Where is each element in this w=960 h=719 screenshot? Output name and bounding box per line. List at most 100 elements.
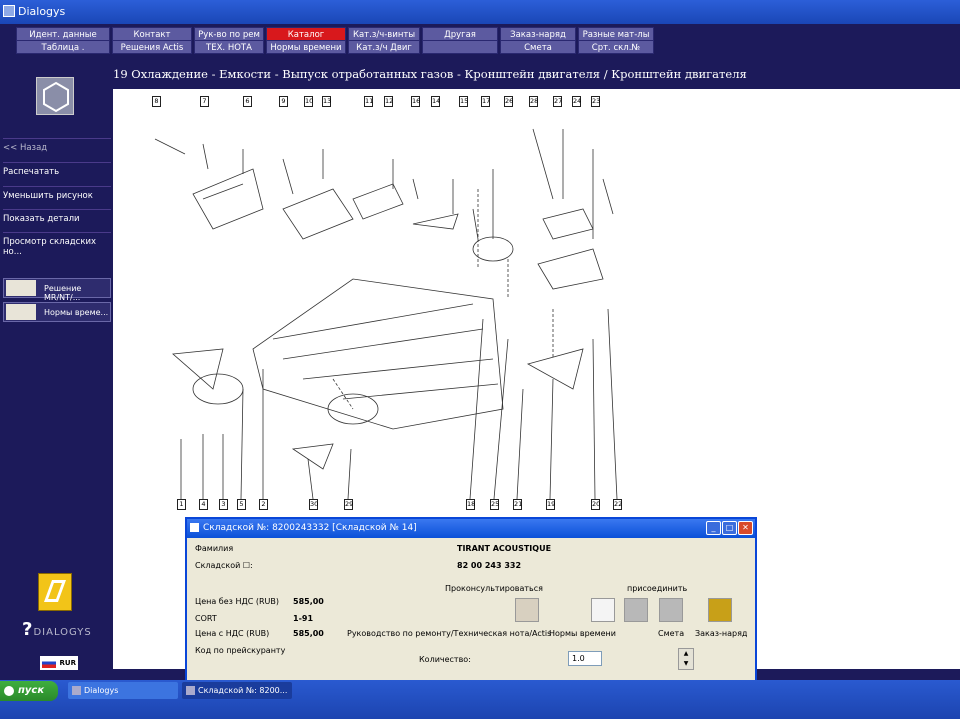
menu-stock-no[interactable]: Срт. скл.№ [578, 40, 654, 54]
price-vat-value: 585,00 [293, 629, 324, 638]
dialog-titlebar[interactable]: Складской №: 8200243332 [Складской № 14]… [187, 519, 755, 538]
norms-label[interactable]: Нормы времени [549, 629, 616, 638]
menu-repair-manual[interactable]: Рук-во по рем [194, 27, 264, 41]
attach-label: присоединить [627, 584, 688, 593]
callout-25[interactable]: 25 [490, 499, 499, 510]
callout-29[interactable]: 29 [344, 499, 353, 510]
callout-22[interactable]: 22 [613, 499, 622, 510]
dialog-title: Складской №: 8200243332 [Складской № 14] [203, 523, 417, 533]
menu-time-norms[interactable]: Нормы времени [266, 40, 346, 54]
renault-logo [38, 573, 72, 611]
callout-9[interactable]: 9 [279, 96, 288, 107]
callout-12[interactable]: 12 [384, 96, 393, 107]
menu-parts-screws[interactable]: Кат.з/ч-винты [348, 27, 420, 41]
callout-1[interactable]: 1 [177, 499, 186, 510]
show-parts-link[interactable]: Показать детали [3, 209, 111, 224]
estimate-icon[interactable] [624, 598, 648, 622]
maximize-button[interactable]: □ [722, 521, 737, 535]
callout-13[interactable]: 13 [322, 96, 331, 107]
callout-7[interactable]: 7 [200, 96, 209, 107]
menu-engine-parts[interactable]: Кат.з/ч Двиг [348, 40, 420, 54]
menu-ident[interactable]: Идент. данные [16, 27, 110, 41]
hex-nut-icon [43, 81, 69, 113]
taskbar-item-stock-dialog[interactable]: Складской №: 8200... [182, 682, 292, 699]
print-link[interactable]: Распечатать [3, 162, 111, 177]
java-icon [190, 523, 199, 532]
stock-number-value: 82 00 243 332 [457, 561, 522, 570]
estimate-label[interactable]: Смета [658, 629, 684, 638]
callout-5[interactable]: 5 [237, 499, 246, 510]
callout-26[interactable]: 26 [504, 96, 513, 107]
callout-30[interactable]: 30 [309, 499, 318, 510]
callout-4[interactable]: 4 [199, 499, 208, 510]
callout-11[interactable]: 11 [364, 96, 373, 107]
price-vat-label: Цена с НДС (RUB) [195, 629, 270, 638]
consult-label: Проконсультироваться [445, 584, 543, 593]
menu-estimate[interactable]: Смета [500, 40, 576, 54]
callout-18[interactable]: 18 [466, 499, 475, 510]
order-label[interactable]: Заказ-наряд [695, 629, 747, 638]
window-titlebar: Dialogys [0, 0, 960, 24]
price-no-vat-value: 585,00 [293, 597, 324, 606]
callout-8[interactable]: 8 [152, 96, 161, 107]
mrnt-solution-button[interactable]: Решение MR/NT/... [3, 278, 111, 302]
taskbar-item-dialogys[interactable]: Dialogys [68, 682, 178, 699]
callout-14[interactable]: 14 [431, 96, 440, 107]
time-norms-icon[interactable] [591, 598, 615, 622]
callout-24[interactable]: 24 [572, 96, 581, 107]
start-button[interactable]: пуск [0, 681, 58, 701]
menu-work-order[interactable]: Заказ-наряд [500, 27, 576, 41]
callout-20[interactable]: 20 [591, 499, 600, 510]
callout-23[interactable]: 23 [591, 96, 600, 107]
estimate-alt-icon[interactable] [659, 598, 683, 622]
manual-label[interactable]: Руководство по ремонту/Техническая нота/… [347, 629, 551, 638]
menu-tech-note[interactable]: ТЕХ. НОТА [194, 40, 264, 54]
view-stock-numbers-link[interactable]: Просмотр складских но... [3, 232, 111, 257]
menu-contact[interactable]: Контакт [112, 27, 192, 41]
callout-16[interactable]: 16 [411, 96, 420, 107]
app-icon [3, 5, 15, 17]
back-link[interactable]: << Назад [3, 138, 111, 153]
left-panel: << Назад Распечатать Уменьшить рисунок П… [0, 54, 113, 680]
russia-flag-icon [42, 658, 56, 668]
family-value: TIRANT ACOUSTIQUE [457, 544, 552, 553]
part-info-dialog: Складской №: 8200243332 [Складской № 14]… [185, 517, 757, 690]
menu-parts-catalog[interactable]: Каталог запчастей [266, 27, 346, 54]
stock-number-label: Складской ☐: [195, 561, 253, 570]
quantity-input[interactable]: 1.0 [568, 651, 602, 666]
quantity-spinner[interactable]: ▲ ▼ [678, 648, 694, 670]
clock-icon [6, 304, 36, 320]
menu-actis[interactable]: Решения Actis [112, 40, 192, 54]
cort-label: CORT [195, 614, 217, 623]
callout-15[interactable]: 15 [459, 96, 468, 107]
menu-table[interactable]: Таблица . [16, 40, 110, 54]
time-norms-label: Нормы време... [44, 308, 109, 317]
work-order-icon[interactable] [708, 598, 732, 622]
callout-21[interactable]: 21 [513, 499, 522, 510]
cort-value: 1-91 [293, 614, 314, 623]
callout-3[interactable]: 3 [219, 499, 228, 510]
quantity-label: Количество: [419, 655, 471, 664]
callout-28[interactable]: 28 [529, 96, 538, 107]
window-title: Dialogys [18, 5, 66, 18]
callout-19[interactable]: 19 [546, 499, 555, 510]
callout-27[interactable]: 27 [553, 96, 562, 107]
currency-button[interactable]: RUR [40, 656, 78, 670]
time-norms-button[interactable]: Нормы време... [3, 302, 111, 322]
callout-10[interactable]: 10 [304, 96, 313, 107]
menu-bar: Идент. данные Контакт Рук-во по рем Ката… [0, 24, 960, 54]
mrnt-label: Решение MR/NT/... [44, 284, 82, 302]
repair-manual-icon[interactable] [515, 598, 539, 622]
minimize-button[interactable]: _ [706, 521, 721, 535]
taskbar: пуск Dialogys Складской №: 8200... [0, 680, 960, 719]
menu-misc[interactable]: Разные мат-лы [578, 27, 654, 41]
callout-2[interactable]: 2 [259, 499, 268, 510]
hex-nut-button[interactable] [36, 77, 74, 115]
mrnt-thumbnail-icon [6, 280, 36, 296]
shrink-image-link[interactable]: Уменьшить рисунок [3, 186, 111, 201]
callout-6[interactable]: 6 [243, 96, 252, 107]
callout-17[interactable]: 17 [481, 96, 490, 107]
menu-other[interactable]: Другая [422, 27, 498, 41]
close-button[interactable]: ✕ [738, 521, 753, 535]
menu-blank [422, 40, 498, 54]
